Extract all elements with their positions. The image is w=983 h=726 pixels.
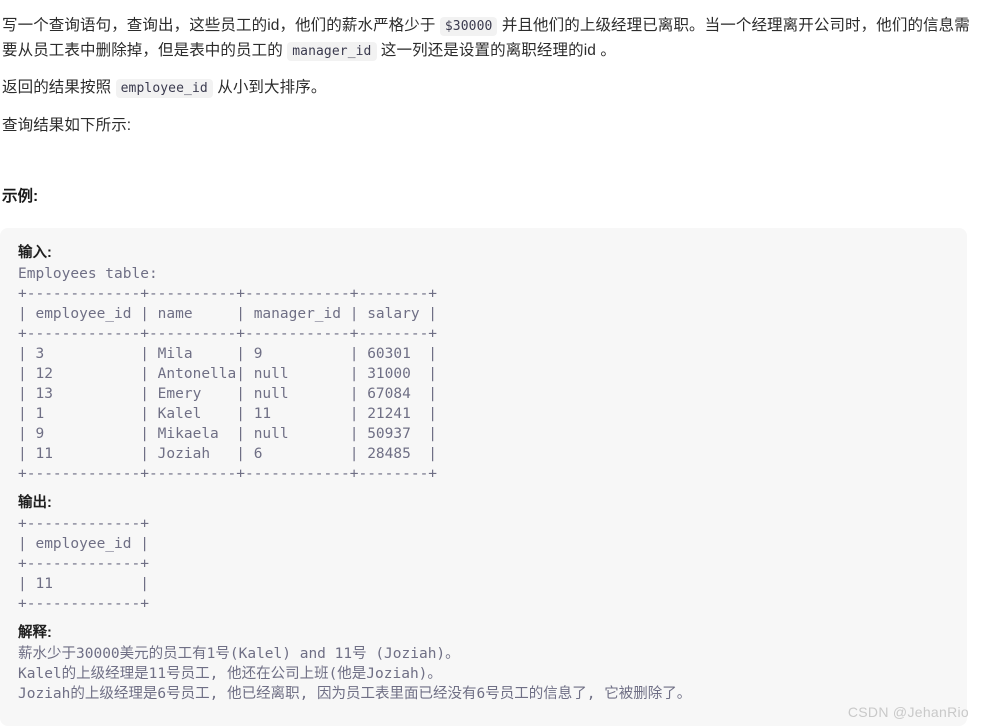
output-label: 输出:	[18, 495, 52, 511]
description-paragraph-1: 写一个查询语句，查询出，这些员工的id，他们的薪水严格少于 $30000 并且他…	[2, 14, 983, 64]
inline-code-salary-threshold: $30000	[439, 17, 498, 36]
description-text-2b: 从小到大排序。	[212, 79, 327, 96]
output-table-ascii: +-------------+ | employee_id | +-------…	[18, 516, 149, 612]
input-table-ascii: +-------------+----------+------------+-…	[18, 286, 438, 482]
inline-code-employee-id: employee_id	[115, 79, 213, 98]
input-label: 输入:	[18, 245, 52, 261]
description-text-2a: 返回的结果按照	[2, 79, 116, 96]
page-root: 写一个查询语句，查询出，这些员工的id，他们的薪水严格少于 $30000 并且他…	[0, 0, 983, 726]
input-table-caption: Employees table:	[18, 266, 158, 282]
description-paragraph-2: 返回的结果按照 employee_id 从小到大排序。	[2, 76, 710, 101]
example-heading: 示例:	[2, 188, 39, 205]
description-paragraph-3: 查询结果如下所示:	[2, 117, 132, 134]
csdn-watermark: CSDN @JehanRio	[847, 704, 969, 720]
description-text-1c: 这一列还是设置的离职经理的id 。	[376, 42, 616, 59]
example-code-block: 输入: Employees table: +-------------+----…	[0, 228, 967, 726]
inline-code-manager-id: manager_id	[287, 42, 377, 61]
explanation-text: 薪水少于30000美元的员工有1号(Kalel) and 11号 (Joziah…	[18, 646, 692, 702]
explanation-label: 解释:	[18, 625, 52, 641]
description-text-1a: 写一个查询语句，查询出，这些员工的id，他们的薪水严格少于	[2, 17, 440, 34]
